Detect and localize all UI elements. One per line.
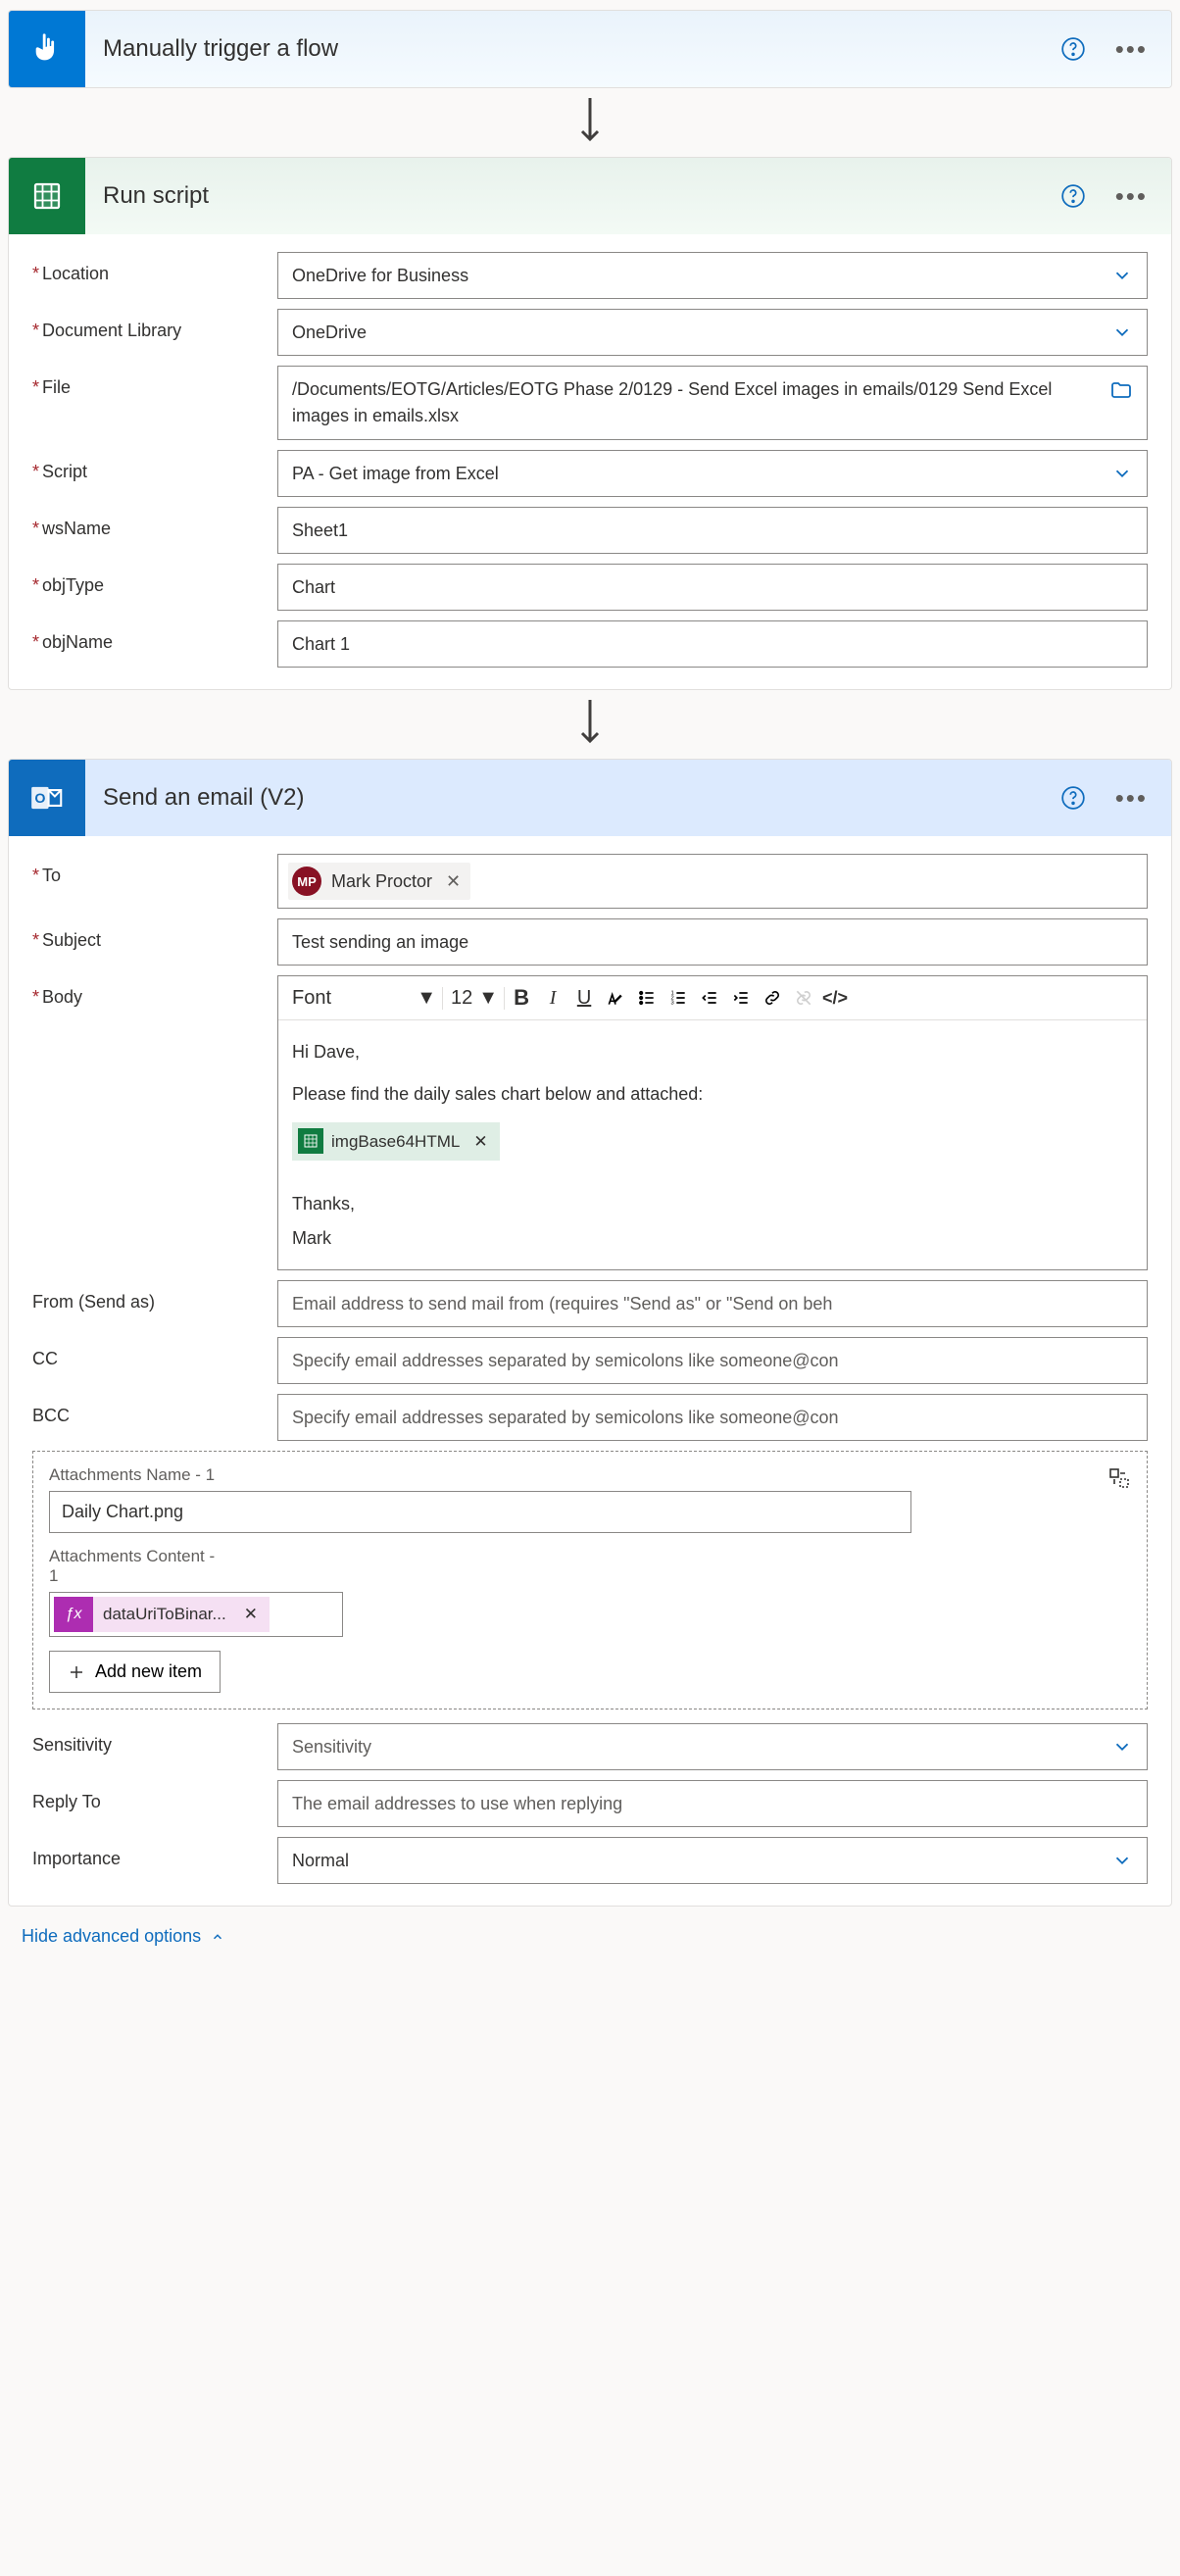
chevron-down-icon <box>1111 463 1133 484</box>
help-icon[interactable] <box>1060 785 1086 811</box>
number-list-icon[interactable]: 123 <box>664 982 693 1014</box>
subject-input[interactable]: Test sending an image <box>277 918 1148 966</box>
bcc-input[interactable] <box>277 1394 1148 1441</box>
switch-mode-icon[interactable] <box>1107 1466 1131 1490</box>
bold-icon[interactable]: B <box>507 982 536 1014</box>
send-email-title: Send an email (V2) <box>103 784 1060 812</box>
font-select[interactable]: Font▼ <box>286 987 443 1010</box>
remove-recipient-icon[interactable]: ✕ <box>446 871 461 892</box>
doclib-select[interactable]: OneDrive <box>277 309 1148 356</box>
attachment-name-label: Attachments Name - 1 <box>49 1465 215 1485</box>
replyto-input[interactable] <box>277 1780 1148 1827</box>
connector-arrow <box>8 690 1172 759</box>
chevron-down-icon <box>1111 265 1133 286</box>
sensitivity-select[interactable] <box>277 1723 1148 1770</box>
unlink-icon[interactable] <box>789 982 818 1014</box>
help-icon[interactable] <box>1060 36 1086 62</box>
code-view-icon[interactable]: </> <box>820 982 850 1014</box>
attachment-content-input[interactable]: ƒx dataUriToBinar... ✕ <box>49 1592 343 1637</box>
location-label: Location <box>42 264 109 283</box>
svg-text:O: O <box>34 791 45 807</box>
add-item-button[interactable]: Add new item <box>49 1651 221 1693</box>
folder-icon[interactable] <box>1109 378 1133 402</box>
excel-icon <box>9 158 85 234</box>
wsname-input[interactable]: Sheet1 <box>277 507 1148 554</box>
objname-input[interactable]: Chart 1 <box>277 620 1148 668</box>
cc-label: CC <box>32 1349 58 1368</box>
objtype-input[interactable]: Chart <box>277 564 1148 611</box>
script-label: Script <box>42 462 87 481</box>
subject-label: Subject <box>42 930 101 950</box>
caret-down-icon: ▼ <box>478 987 498 1010</box>
wsname-label: wsName <box>42 519 111 538</box>
dynamic-token-chip[interactable]: imgBase64HTML ✕ <box>292 1122 500 1161</box>
objtype-label: objType <box>42 575 104 595</box>
bcc-label: BCC <box>32 1406 70 1425</box>
chevron-down-icon <box>1111 322 1133 343</box>
send-email-card: O Send an email (V2) ••• *To MP Mark Pro… <box>8 759 1172 1907</box>
outdent-icon[interactable] <box>695 982 724 1014</box>
underline-icon[interactable]: U <box>569 982 599 1014</box>
svg-text:3: 3 <box>671 1001 674 1007</box>
importance-label: Importance <box>32 1849 121 1868</box>
rte-toolbar: Font▼ 12▼ B I U 123 </> <box>278 976 1147 1020</box>
indent-icon[interactable] <box>726 982 756 1014</box>
fx-icon: ƒx <box>54 1597 93 1632</box>
attachments-section: Attachments Name - 1 Daily Chart.png Att… <box>32 1451 1148 1709</box>
objname-label: objName <box>42 632 113 652</box>
replyto-label: Reply To <box>32 1792 101 1811</box>
run-script-title: Run script <box>103 182 1060 210</box>
doclib-label: Document Library <box>42 321 181 340</box>
link-icon[interactable] <box>758 982 787 1014</box>
manual-trigger-icon <box>9 11 85 87</box>
body-label: Body <box>42 987 82 1007</box>
color-icon[interactable] <box>601 982 630 1014</box>
hide-advanced-link[interactable]: Hide advanced options <box>22 1926 224 1947</box>
send-email-header[interactable]: O Send an email (V2) ••• <box>9 760 1171 836</box>
run-script-header[interactable]: Run script ••• <box>9 158 1171 234</box>
file-input[interactable]: /Documents/EOTG/Articles/EOTG Phase 2/01… <box>277 366 1148 440</box>
attachment-name-input[interactable]: Daily Chart.png <box>49 1491 911 1533</box>
help-icon[interactable] <box>1060 183 1086 209</box>
trigger-title: Manually trigger a flow <box>103 35 1060 63</box>
importance-select[interactable]: Normal <box>277 1837 1148 1884</box>
bullet-list-icon[interactable] <box>632 982 662 1014</box>
location-select[interactable]: OneDrive for Business <box>277 252 1148 299</box>
avatar: MP <box>292 867 321 896</box>
trigger-header[interactable]: Manually trigger a flow ••• <box>9 11 1171 87</box>
remove-token-icon[interactable]: ✕ <box>473 1128 487 1155</box>
chevron-down-icon <box>1111 1736 1133 1758</box>
italic-icon[interactable]: I <box>538 982 567 1014</box>
to-label: To <box>42 866 61 885</box>
size-select[interactable]: 12▼ <box>445 987 505 1010</box>
cc-input[interactable] <box>277 1337 1148 1384</box>
expression-chip[interactable]: ƒx dataUriToBinar... ✕ <box>54 1597 270 1632</box>
rte-content[interactable]: Hi Dave, Please find the daily sales cha… <box>278 1020 1147 1269</box>
attachment-content-label: Attachments Content - 1 <box>49 1547 225 1586</box>
recipient-pill[interactable]: MP Mark Proctor ✕ <box>288 863 470 900</box>
outlook-icon: O <box>9 760 85 836</box>
file-label: File <box>42 377 71 397</box>
excel-icon <box>298 1128 323 1154</box>
run-script-card: Run script ••• *Location OneDrive for Bu… <box>8 157 1172 690</box>
chevron-down-icon <box>1111 1850 1133 1871</box>
to-input[interactable]: MP Mark Proctor ✕ <box>277 854 1148 909</box>
script-select[interactable]: PA - Get image from Excel <box>277 450 1148 497</box>
from-input[interactable] <box>277 1280 1148 1327</box>
sensitivity-label: Sensitivity <box>32 1735 112 1755</box>
caret-down-icon: ▼ <box>417 987 436 1010</box>
remove-expression-icon[interactable]: ✕ <box>244 1605 258 1624</box>
from-label: From (Send as) <box>32 1292 155 1312</box>
connector-arrow <box>8 88 1172 157</box>
trigger-card: Manually trigger a flow ••• <box>8 10 1172 88</box>
body-editor: Font▼ 12▼ B I U 123 </> Hi Dave, Ple <box>277 975 1148 1270</box>
